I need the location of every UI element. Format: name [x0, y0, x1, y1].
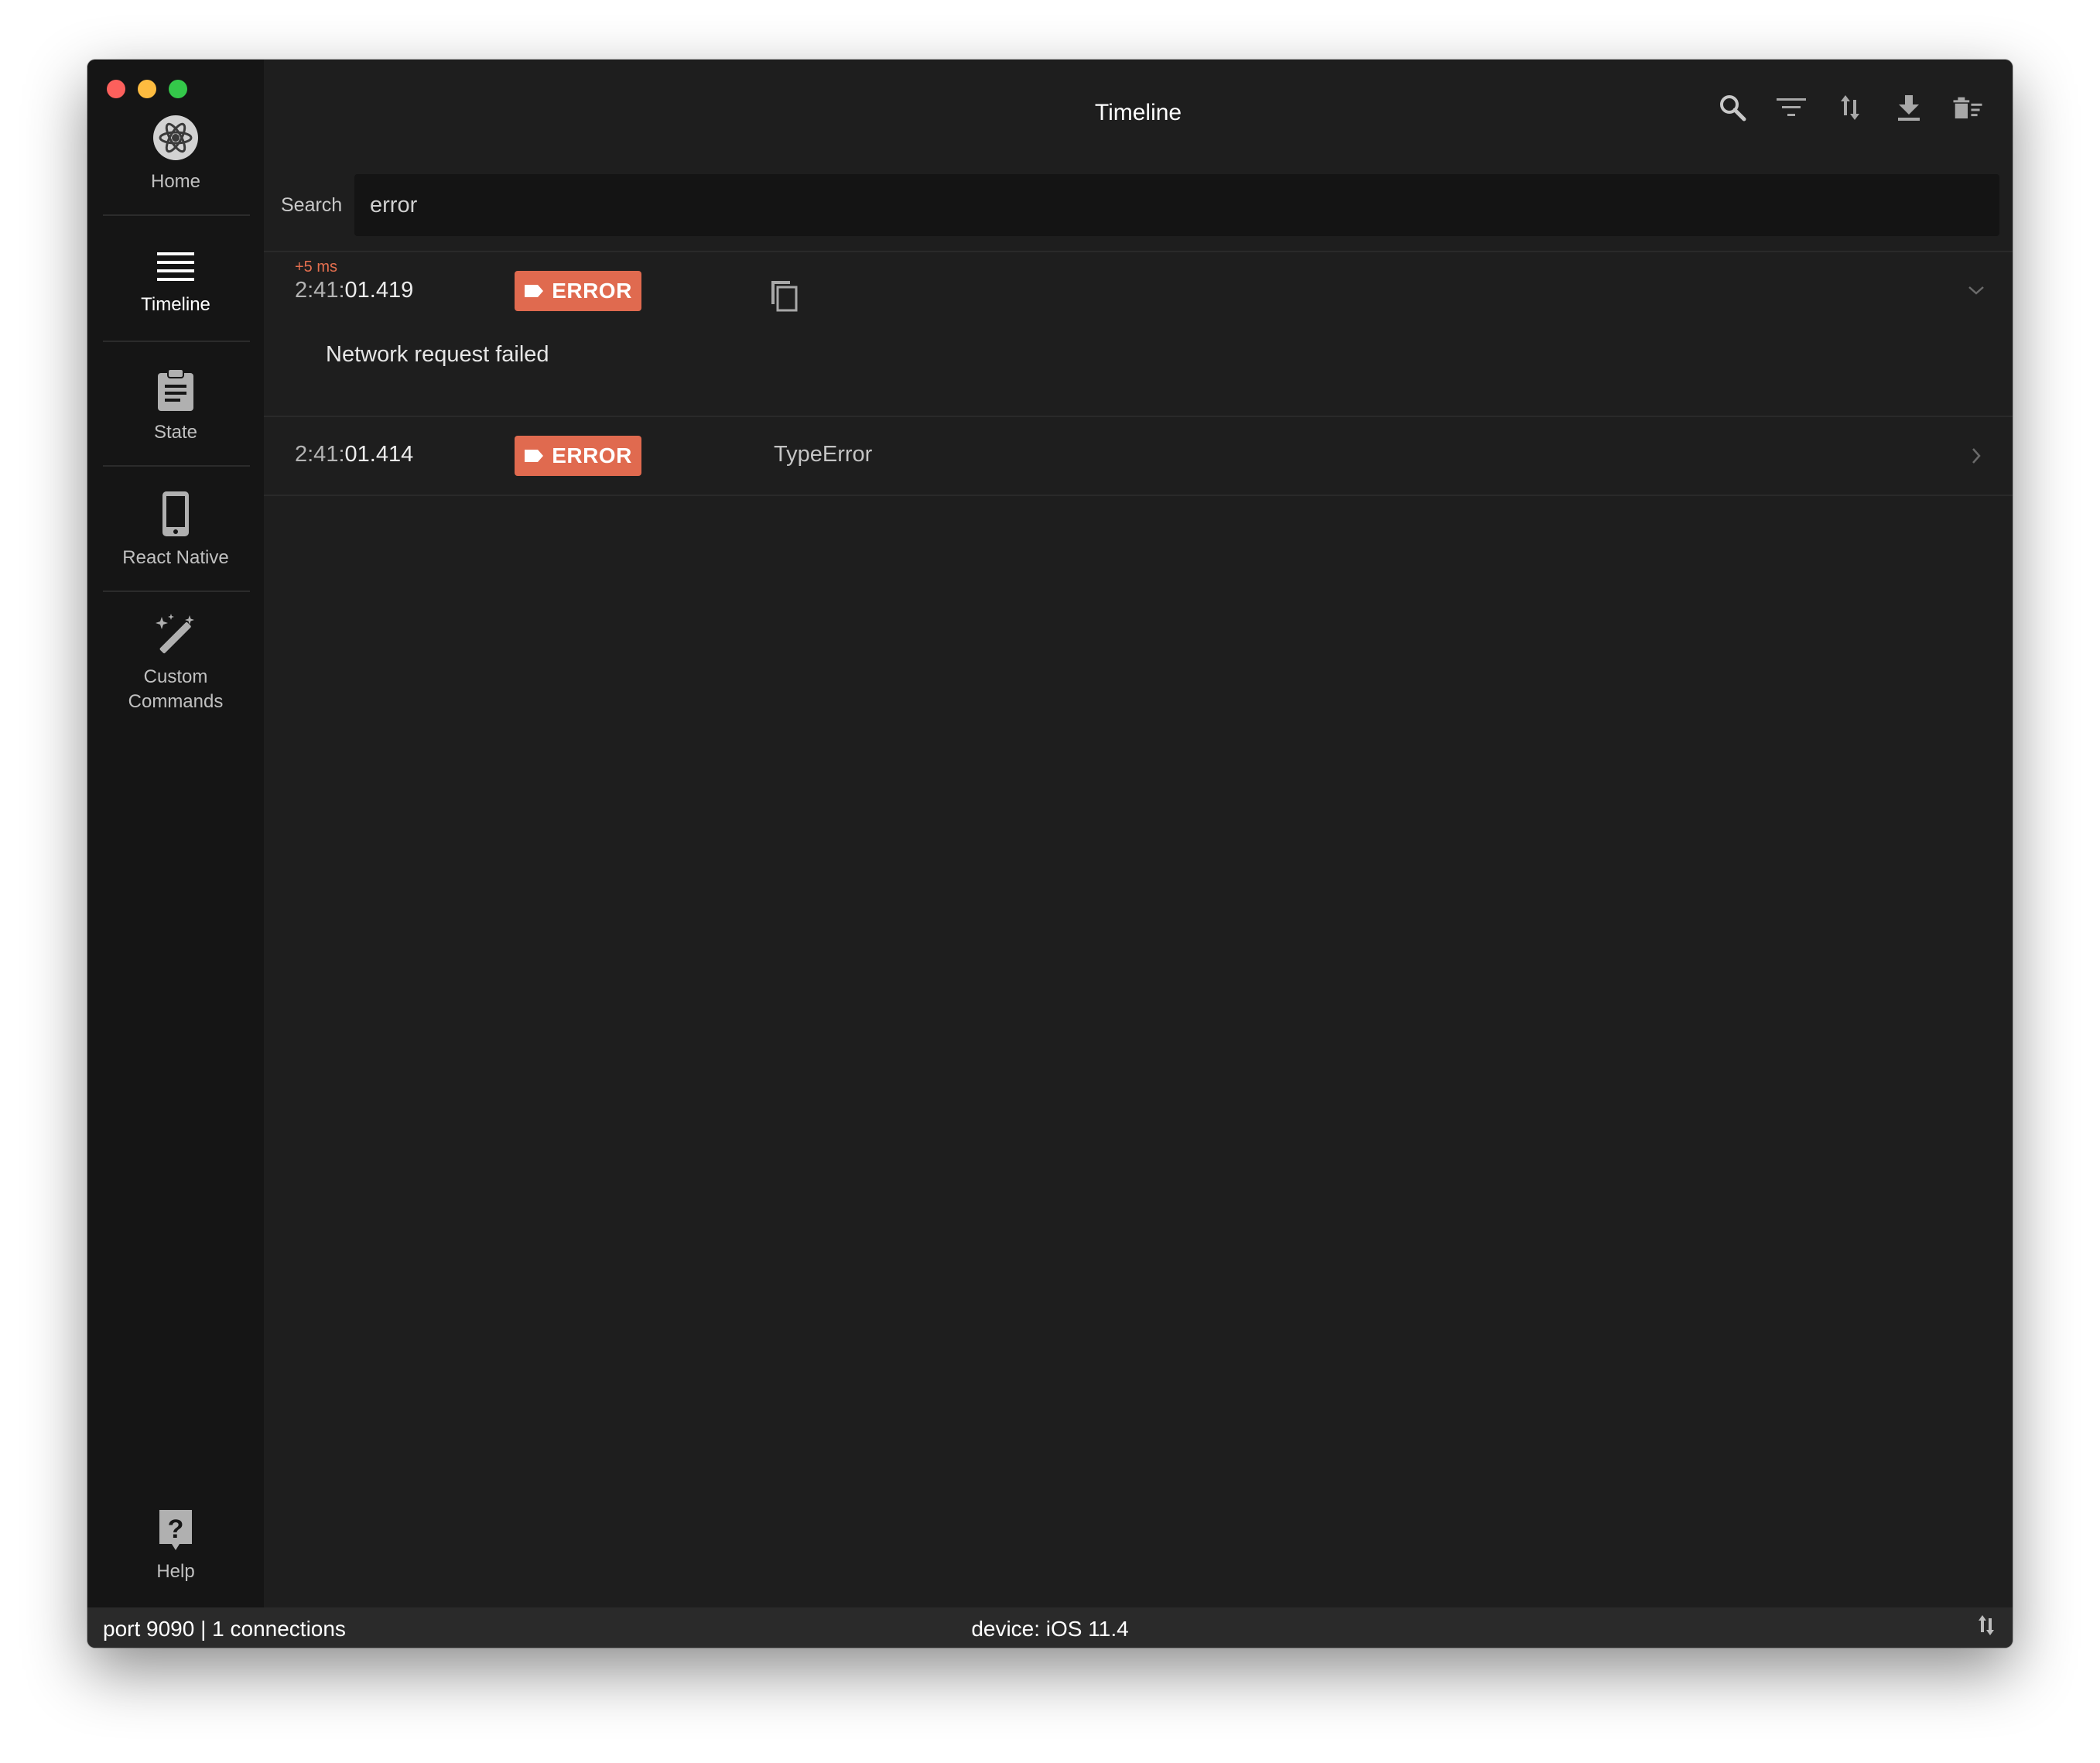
phone-icon: [162, 491, 189, 536]
traffic-lights: [107, 80, 187, 98]
sidebar-item-home[interactable]: Home: [87, 114, 264, 194]
row-divider: [264, 251, 2013, 252]
download-icon: [1898, 95, 1920, 121]
sidebar-divider: [103, 591, 250, 592]
filter-icon: [1777, 98, 1806, 116]
timestamp-main: 01.414: [344, 442, 414, 467]
collapse-row-button[interactable]: [1965, 279, 1988, 302]
download-button[interactable]: [1893, 91, 1924, 125]
sort-button[interactable]: [1835, 91, 1866, 125]
chevron-right-icon: [1972, 448, 1981, 464]
time-delta: +5 ms: [295, 258, 338, 276]
reactotron-logo-icon: [153, 115, 198, 160]
magic-wand-icon: [156, 614, 194, 654]
sort-icon: [1979, 1615, 1994, 1635]
search-input[interactable]: [354, 174, 1999, 236]
sidebar-item-state[interactable]: State: [87, 368, 264, 445]
app-window: Home Timeline State React Native Custom …: [87, 60, 2013, 1648]
sidebar-divider: [103, 465, 250, 467]
tag-icon: [525, 450, 544, 462]
minimize-window-button[interactable]: [138, 80, 156, 98]
sidebar-item-label: Timeline: [141, 294, 210, 315]
badge-label: ERROR: [552, 443, 632, 467]
error-badge: ERROR: [515, 436, 641, 476]
sidebar-item-label-line1: Custom: [143, 666, 208, 687]
row-divider: [264, 495, 2013, 496]
sidebar-item-label-line2: Commands: [128, 691, 224, 712]
sidebar-item-react-native[interactable]: React Native: [87, 490, 264, 570]
sort-icon: [1841, 95, 1859, 120]
clear-icon: [1953, 97, 1982, 119]
search-icon: [1720, 95, 1746, 122]
zoom-window-button[interactable]: [169, 80, 187, 98]
sidebar-item-custom-commands[interactable]: Custom Commands: [87, 614, 264, 714]
device-status: device: iOS 11.4: [971, 1617, 1129, 1641]
tag-icon: [525, 285, 544, 297]
badge-label: ERROR: [552, 279, 632, 303]
status-sort-button[interactable]: [1977, 1614, 1996, 1642]
error-preview: TypeError: [774, 442, 873, 467]
close-window-button[interactable]: [107, 80, 125, 98]
sidebar-divider: [103, 214, 250, 216]
svg-text:?: ?: [168, 1515, 184, 1544]
sidebar: Home Timeline State React Native Custom …: [87, 60, 264, 1607]
chevron-down-icon: [1968, 286, 1984, 295]
toolbar: [1717, 91, 1983, 125]
error-badge: ERROR: [515, 271, 641, 311]
error-message: Network request failed: [326, 342, 549, 367]
copy-icon: [771, 281, 798, 312]
main-panel: Timeline Search error +5 ms 2:41:01.419 …: [264, 60, 2013, 1607]
clipboard-icon: [158, 368, 193, 411]
filter-button[interactable]: [1776, 91, 1807, 125]
timestamp-main: 01.419: [344, 278, 414, 303]
timestamp: 2:41:01.419: [295, 278, 413, 303]
search-button[interactable]: [1717, 91, 1748, 125]
timestamp: 2:41:01.414: [295, 442, 413, 467]
help-icon: ?: [159, 1510, 192, 1550]
timestamp-prefix: 2:41:: [295, 442, 345, 467]
row-divider: [264, 416, 2013, 417]
sidebar-item-label: State: [153, 422, 198, 443]
copy-button[interactable]: [767, 275, 801, 313]
sidebar-item-help[interactable]: ? Help: [87, 1508, 264, 1584]
sidebar-item-label: Home: [150, 171, 201, 192]
clear-timeline-button[interactable]: [1952, 91, 1983, 125]
sidebar-item-timeline[interactable]: Timeline: [87, 249, 264, 317]
sidebar-item-label: Help: [156, 1561, 195, 1582]
expand-row-button[interactable]: [1965, 444, 1988, 467]
list-icon: [157, 252, 194, 281]
status-bar: port 9090 | 1 connections device: iOS 11…: [87, 1607, 2013, 1648]
search-label: Search: [281, 194, 343, 216]
timestamp-prefix: 2:41:: [295, 278, 345, 303]
sidebar-divider: [103, 341, 250, 342]
sidebar-item-label: React Native: [122, 547, 229, 568]
